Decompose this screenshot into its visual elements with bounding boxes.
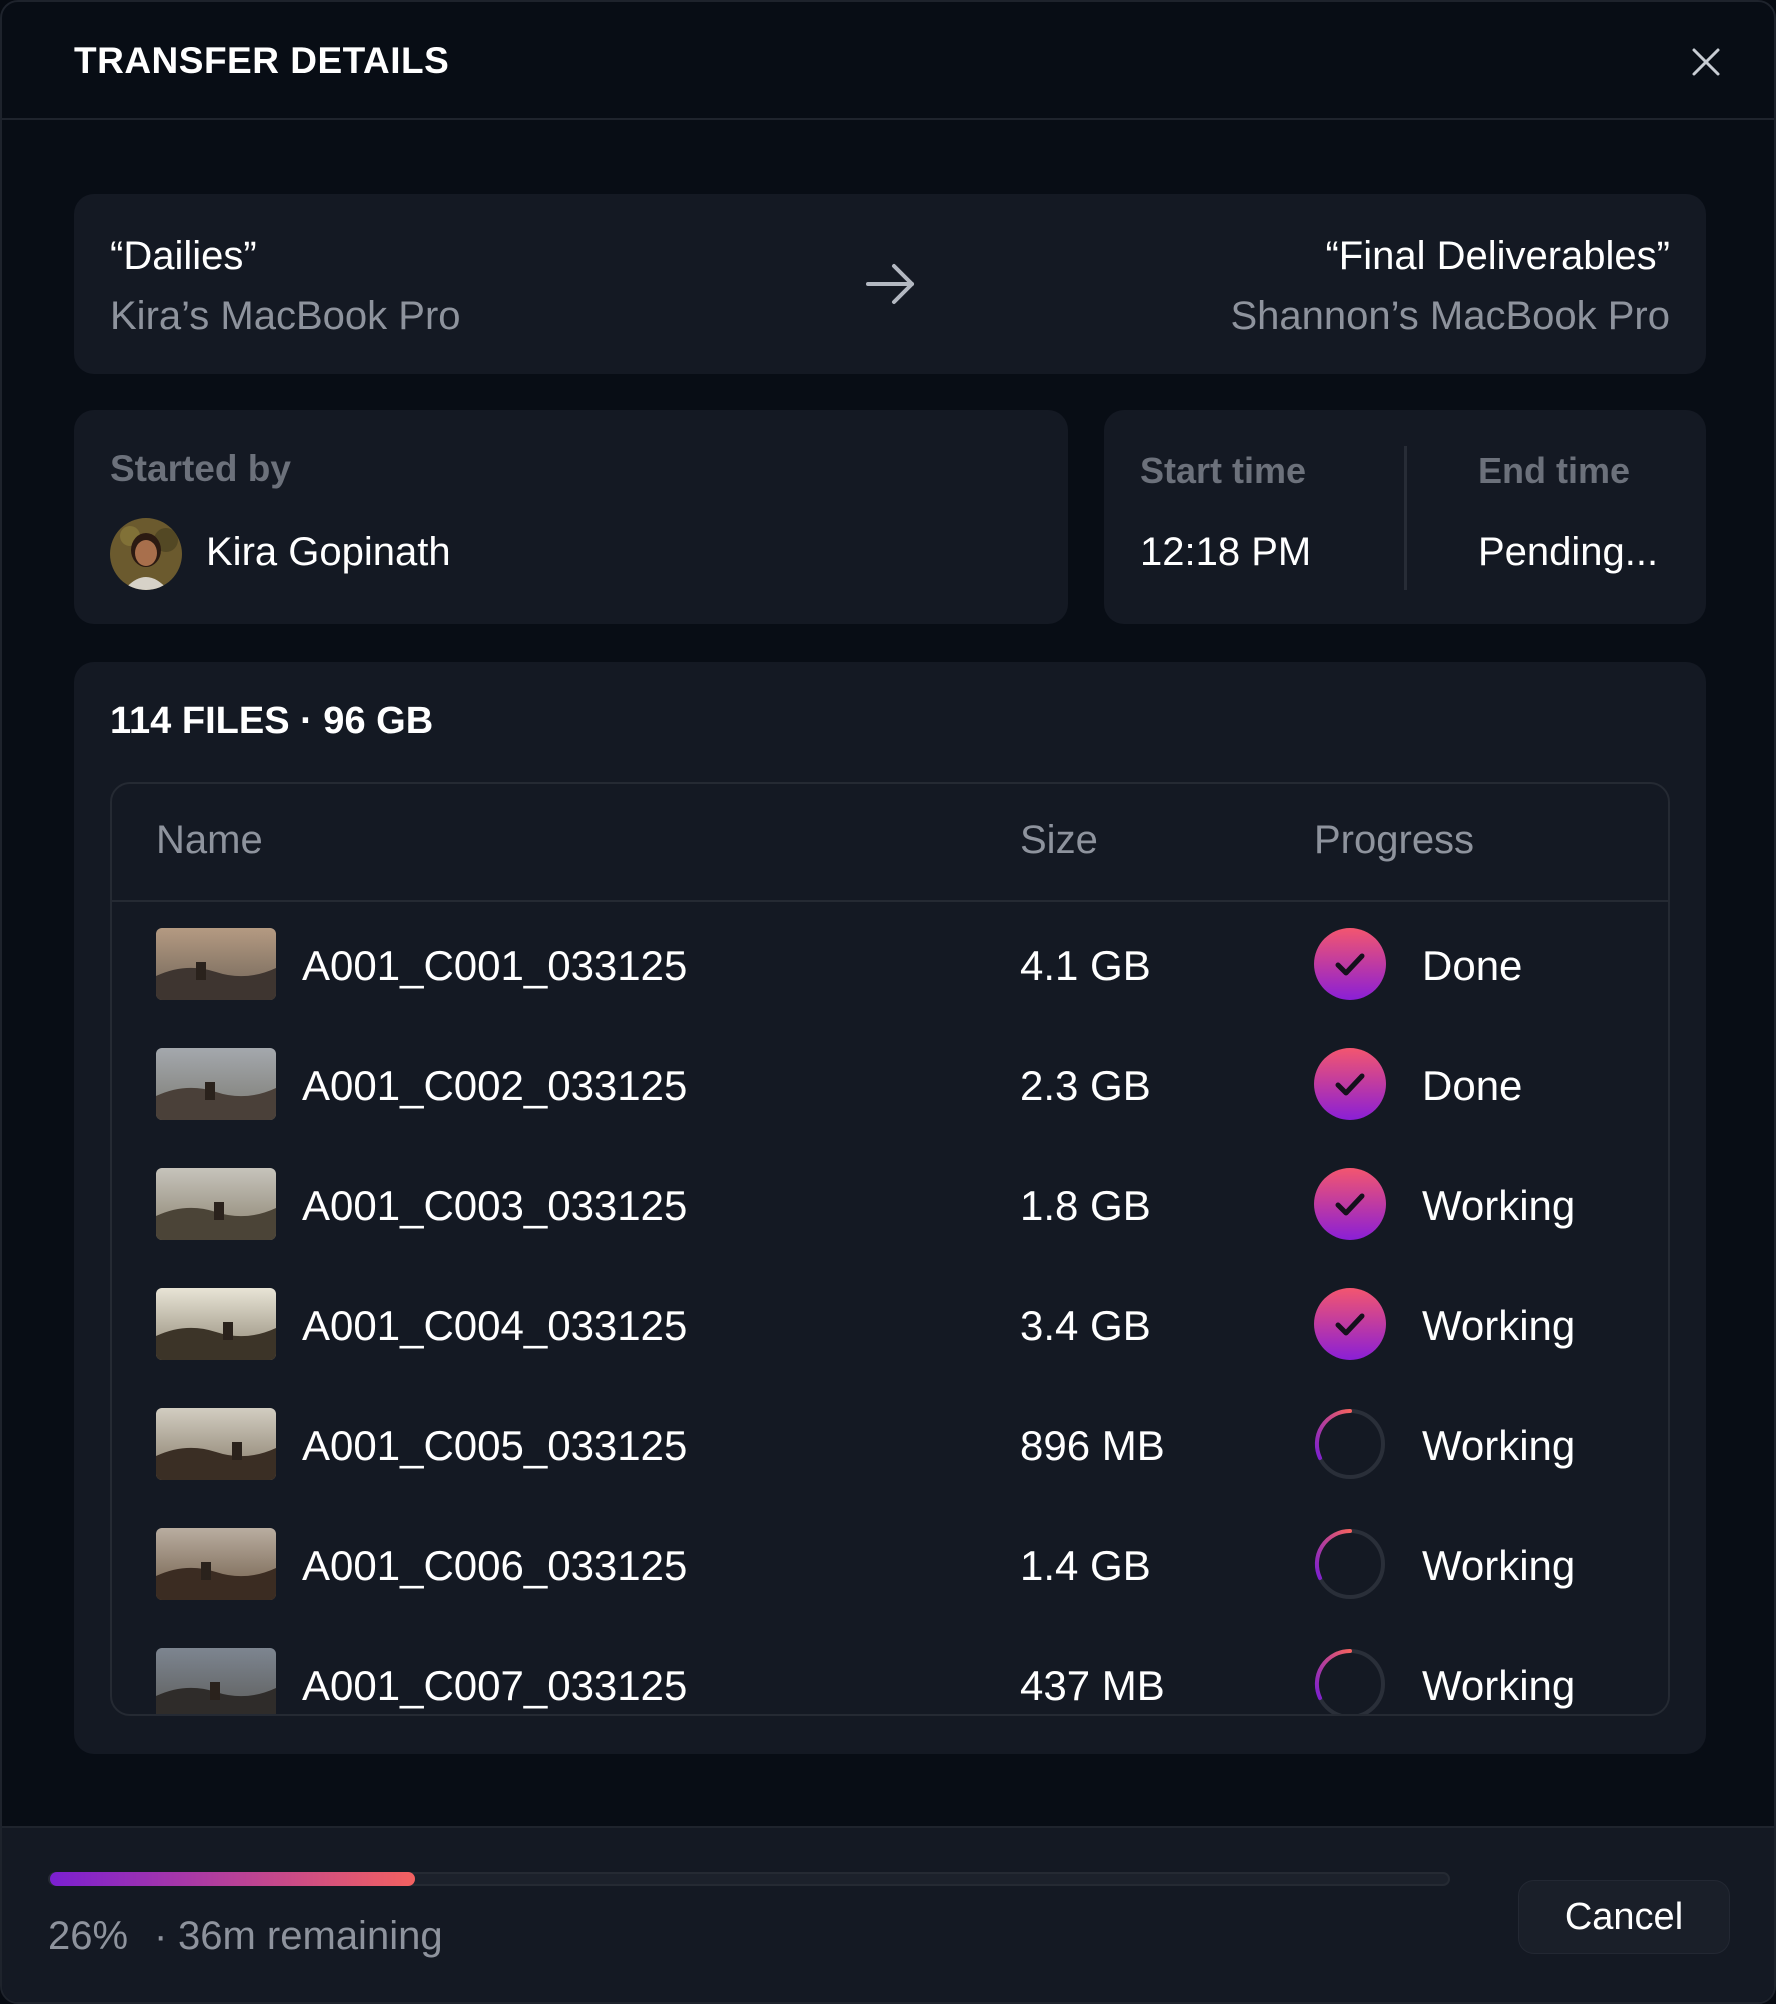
time-divider <box>1404 446 1407 590</box>
destination-folder-name: “Final Deliverables” <box>1325 234 1670 278</box>
file-status: Working <box>1422 1542 1576 1589</box>
progress-separator: · <box>154 1914 168 1958</box>
table-row[interactable]: A001_C001_033125 4.1 GB Done <box>112 904 1668 1024</box>
table-row[interactable]: A001_C005_033125 896 MB Working <box>112 1384 1668 1504</box>
started-by-card: Started by Kira Gopinath <box>74 410 1068 624</box>
check-circle-icon <box>1314 1168 1386 1240</box>
file-status: Working <box>1422 1662 1576 1709</box>
started-by-name: Kira Gopinath <box>206 530 451 574</box>
destination-device-name: Shannon’s MacBook Pro <box>1230 294 1670 338</box>
file-size: 1.4 GB <box>1020 1542 1151 1589</box>
progress-percent: 26% <box>48 1914 129 1958</box>
started-by-label: Started by <box>110 448 291 489</box>
check-circle-icon <box>1314 1288 1386 1360</box>
file-size: 2.3 GB <box>1020 1062 1151 1109</box>
spinner-icon <box>1314 1528 1386 1600</box>
start-time-value: 12:18 PM <box>1140 530 1312 574</box>
start-time-label: Start time <box>1140 450 1307 491</box>
check-circle-icon <box>1314 928 1386 1000</box>
file-name: A001_C007_033125 <box>302 1662 688 1709</box>
file-status: Done <box>1422 942 1523 989</box>
file-size: 4.1 GB <box>1020 942 1151 989</box>
table-row[interactable]: A001_C006_033125 1.4 GB Working <box>112 1504 1668 1624</box>
file-thumbnail <box>156 1288 276 1360</box>
file-thumbnail <box>156 1408 276 1480</box>
files-table[interactable]: Name Size Progress A001_C001_033125 4.1 G… <box>110 782 1670 1716</box>
table-row[interactable]: A001_C002_033125 2.3 GB Done <box>112 1024 1668 1144</box>
time-card: Start time 12:18 PM End time Pending... <box>1104 410 1706 624</box>
files-card: 114 FILES · 96 GB Name Size Progress A00… <box>74 662 1706 1754</box>
file-thumbnail <box>156 1528 276 1600</box>
avatar <box>110 518 182 590</box>
close-icon <box>1692 48 1720 76</box>
column-header-progress[interactable]: Progress <box>1314 818 1474 863</box>
column-header-size[interactable]: Size <box>1020 818 1098 863</box>
check-circle-icon <box>1314 1048 1386 1120</box>
spinner-icon <box>1314 1648 1386 1714</box>
table-header: Name Size Progress <box>112 784 1668 902</box>
file-thumbnail <box>156 1168 276 1240</box>
file-status: Working <box>1422 1302 1576 1349</box>
file-size: 3.4 GB <box>1020 1302 1151 1349</box>
file-status: Done <box>1422 1062 1523 1109</box>
dialog-title: TRANSFER DETAILS <box>74 40 450 81</box>
file-name: A001_C003_033125 <box>302 1182 688 1229</box>
file-name: A001_C005_033125 <box>302 1422 688 1469</box>
file-name: A001_C004_033125 <box>302 1302 688 1349</box>
cancel-button[interactable]: Cancel <box>1518 1880 1730 1954</box>
close-button[interactable] <box>1682 38 1730 86</box>
end-time-label: End time <box>1478 450 1631 491</box>
file-status: Working <box>1422 1182 1576 1229</box>
source-folder-name: “Dailies” <box>110 234 257 278</box>
end-time-value: Pending... <box>1478 530 1659 574</box>
time-remaining: 36m remaining <box>178 1914 443 1958</box>
file-thumbnail <box>156 1048 276 1120</box>
transfer-details-dialog: TRANSFER DETAILS “Dailies” Kira’s MacBoo… <box>0 0 1776 2004</box>
file-size: 896 MB <box>1020 1422 1165 1469</box>
file-size: 1.8 GB <box>1020 1182 1151 1229</box>
spinner-icon <box>1314 1408 1386 1480</box>
overall-progress-fill <box>50 1872 415 1886</box>
file-size: 437 MB <box>1020 1662 1165 1709</box>
overall-progress-bar <box>48 1872 1450 1886</box>
arrow-right-icon <box>866 264 914 304</box>
dialog-header: TRANSFER DETAILS <box>2 2 1774 120</box>
file-name: A001_C006_033125 <box>302 1542 688 1589</box>
source-device-name: Kira’s MacBook Pro <box>110 294 461 338</box>
file-thumbnail <box>156 1648 276 1714</box>
table-row[interactable]: A001_C007_033125 437 MB Working <box>112 1624 1668 1714</box>
table-row[interactable]: A001_C004_033125 3.4 GB Working <box>112 1264 1668 1384</box>
table-row[interactable]: A001_C003_033125 1.8 GB Working <box>112 1144 1668 1264</box>
file-status: Working <box>1422 1422 1576 1469</box>
dialog-footer: 26% · 36m remaining Cancel <box>2 1826 1774 2002</box>
file-name: A001_C002_033125 <box>302 1062 688 1109</box>
file-thumbnail <box>156 928 276 1000</box>
files-summary: 114 FILES · 96 GB <box>110 700 434 742</box>
column-header-name[interactable]: Name <box>156 818 263 863</box>
file-name: A001_C001_033125 <box>302 942 688 989</box>
